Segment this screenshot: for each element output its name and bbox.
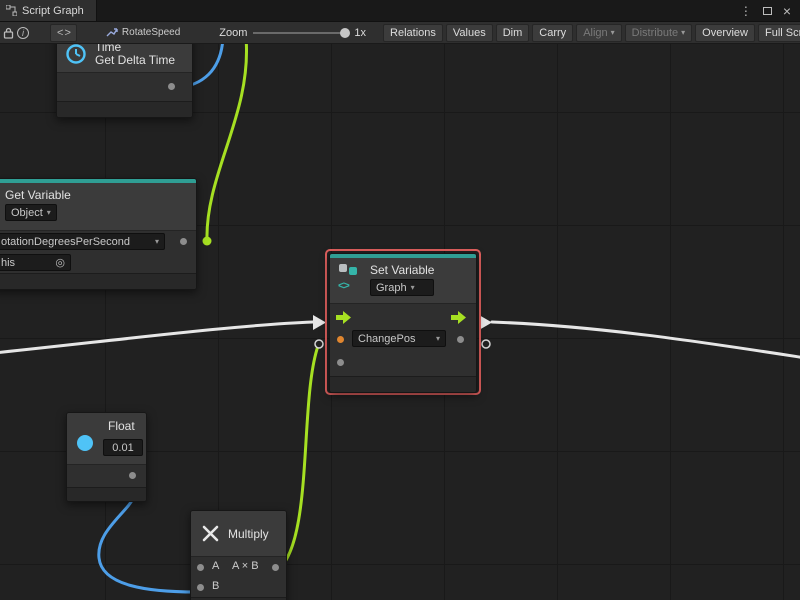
distribute-button[interactable]: Distribute ▾	[625, 24, 692, 42]
graph-breadcrumb[interactable]: RotateSpeed	[106, 27, 180, 38]
code-preview-button[interactable]: < >	[50, 24, 77, 42]
wire-control-out[interactable]	[492, 322, 800, 358]
output-label: A × B	[232, 560, 259, 572]
graph-asset-icon	[106, 27, 118, 38]
input-label-b: B	[212, 580, 219, 592]
code-glyph: < >	[57, 27, 70, 39]
kebab-menu-icon[interactable]: ⋮	[740, 4, 752, 18]
chevron-down-icon: ▾	[155, 238, 159, 246]
zoom-slider-handle[interactable]	[340, 28, 350, 38]
tab-title: Script Graph	[22, 5, 84, 17]
value-input-port[interactable]	[337, 336, 344, 343]
node-footer	[67, 487, 146, 501]
full-screen-button[interactable]: Full Screen	[758, 24, 800, 42]
flow-output-port[interactable]	[451, 311, 466, 324]
node-footer	[330, 376, 476, 392]
value-output-port[interactable]	[129, 472, 136, 479]
values-button[interactable]: Values	[446, 24, 493, 42]
zoom-control: Zoom 1x	[219, 27, 366, 39]
input-port-b[interactable]	[197, 584, 204, 591]
float-value-input[interactable]: 0.01	[103, 439, 143, 456]
zoom-label: Zoom	[219, 27, 247, 39]
wire-control-in[interactable]	[0, 322, 313, 353]
zoom-slider[interactable]	[253, 32, 348, 34]
node-title: Float	[108, 419, 135, 433]
wire-value-green-top[interactable]	[207, 44, 247, 241]
align-button[interactable]: Align ▾	[576, 24, 621, 42]
node-title: Get Variable	[5, 186, 188, 204]
output-port[interactable]	[168, 83, 175, 90]
chevron-down-icon: ▾	[681, 29, 685, 37]
node-multiply[interactable]: Multiply A A × B B	[190, 510, 287, 600]
variable-name-dropdown[interactable]: ChangePos ▾	[352, 330, 446, 347]
output-port[interactable]	[272, 564, 279, 571]
variable-scope-dropdown[interactable]: Object ▾	[5, 204, 57, 221]
value-output-port[interactable]	[180, 238, 187, 245]
variable-icon: <>	[338, 263, 362, 290]
node-subtitle: Get Delta Time	[95, 54, 175, 67]
node-get-delta-time[interactable]: Time Get Delta Time	[56, 44, 193, 118]
overview-button[interactable]: Overview	[695, 24, 755, 42]
lock-icon[interactable]	[3, 24, 14, 42]
window-controls: ⋮ ×	[740, 0, 800, 21]
variable-scope-dropdown[interactable]: Graph ▾	[370, 279, 434, 296]
node-float[interactable]: Float 0.01	[66, 412, 147, 502]
script-graph-window: Script Graph ⋮ × i < > RotateSpeed	[0, 0, 800, 600]
hollow-port-right[interactable]	[482, 340, 490, 348]
zoom-value: 1x	[354, 27, 366, 39]
script-graph-icon	[6, 5, 17, 16]
node-title: Multiply	[228, 527, 269, 541]
variable-name-dropdown[interactable]: otationDegreesPerSecond ▾	[0, 233, 165, 250]
hollow-port-left[interactable]	[315, 340, 323, 348]
node-footer	[57, 101, 192, 117]
tab-script-graph[interactable]: Script Graph	[0, 0, 97, 21]
node-set-variable[interactable]: <> Set Variable Graph ▾	[329, 253, 477, 393]
value-output-port[interactable]	[457, 336, 464, 343]
value-input-port-2[interactable]	[337, 359, 344, 366]
dim-button[interactable]: Dim	[496, 24, 530, 42]
input-port-a[interactable]	[197, 564, 204, 571]
green-wire-endpoint[interactable]	[203, 237, 212, 246]
object-picker-icon[interactable]: ◎	[55, 256, 65, 269]
maximize-icon[interactable]	[763, 7, 772, 15]
chevron-down-icon: ▾	[47, 209, 51, 217]
node-footer	[0, 273, 196, 289]
float-icon	[77, 435, 93, 451]
chevron-down-icon: ▾	[611, 29, 615, 37]
tab-bar: Script Graph ⋮ ×	[0, 0, 800, 22]
multiply-icon	[202, 525, 219, 542]
carry-button[interactable]: Carry	[532, 24, 573, 42]
close-icon[interactable]: ×	[783, 3, 791, 19]
chevron-down-icon: ▾	[436, 335, 440, 343]
flow-input-port[interactable]	[336, 311, 351, 324]
graph-canvas[interactable]: Time Get Delta Time Get Variable Object …	[0, 44, 800, 600]
graph-toolbar: i < > RotateSpeed Zoom 1x Relations Valu…	[0, 22, 800, 44]
input-label-a: A	[212, 560, 219, 572]
relations-button[interactable]: Relations	[383, 24, 443, 42]
node-get-variable[interactable]: Get Variable Object ▾ otationDegreesPerS…	[0, 178, 197, 290]
info-icon[interactable]: i	[17, 24, 29, 42]
chevron-down-icon: ▾	[411, 284, 415, 292]
object-target-field[interactable]: his ◎	[0, 254, 71, 271]
graph-name: RotateSpeed	[122, 27, 180, 38]
node-title: Set Variable	[370, 263, 434, 277]
clock-icon	[65, 44, 87, 65]
